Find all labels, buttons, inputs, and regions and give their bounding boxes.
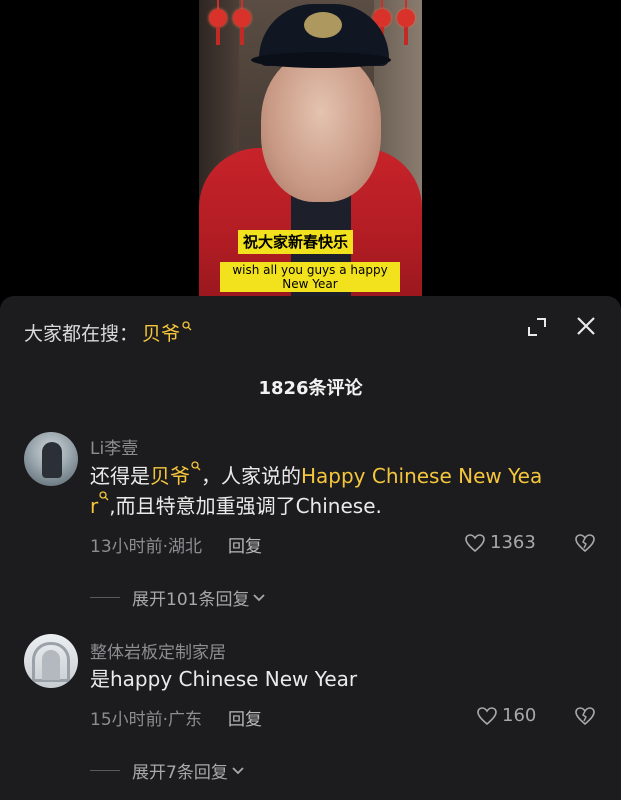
subtitle-english: wish all you guys a happy New Year [220,262,400,292]
reply-button[interactable]: 回复 [228,705,262,730]
heart-icon [477,706,497,725]
search-mini-icon [182,321,192,331]
expand-replies-button[interactable]: 展开101条回复 [90,585,266,610]
lantern-decoration [231,0,253,46]
avatar[interactable] [24,634,78,688]
highlight-link-tail[interactable]: r [90,494,98,518]
reply-button[interactable]: 回复 [228,532,262,557]
like-count: 160 [502,705,537,726]
person-cap-brim [251,52,391,68]
lantern-decoration [207,0,229,46]
highlight-link[interactable]: 贝爷 [150,464,190,488]
app-root: 祝大家新春快乐 wish all you guys a happy New Ye… [0,0,621,800]
lantern-decoration [395,0,417,46]
video-player[interactable]: 祝大家新春快乐 wish all you guys a happy New Ye… [199,0,422,296]
search-mini-icon [99,491,109,501]
chevron-down-icon [232,766,244,774]
expand-replies-label: 展开7条回复 [132,763,228,783]
close-icon[interactable] [574,314,598,338]
search-mini-icon [191,461,201,471]
cap-logo [304,12,342,38]
divider-line [90,770,120,771]
subtitle-chinese: 祝大家新春快乐 [238,230,354,254]
comment-sheet: 大家都在搜： 贝爷 1826条评论 Li李壹 还得是贝爷 ，人家说的Happy C… [0,296,621,800]
comment-username[interactable]: Li李壹 [90,434,138,459]
trending-search[interactable]: 大家都在搜： 贝爷 [24,318,192,346]
highlight-link[interactable]: Happy Chinese New Yea [301,464,542,488]
expand-replies-label: 展开101条回复 [132,590,250,610]
like-button[interactable]: 160 [476,705,536,726]
comment-meta: 15小时前·广东 回复 [90,705,262,730]
like-button[interactable]: 1363 [464,532,536,553]
avatar[interactable] [24,432,78,486]
person-face [261,52,381,202]
comment-text: 还得是贝爷 ，人家说的Happy Chinese New Yea r ,而且特意加重强… [90,461,600,521]
comment-time-location: 13小时前·湖北 [90,537,203,557]
comment-username[interactable]: 整体岩板定制家居 [90,638,226,663]
comment-text: 是happy Chinese New Year [90,667,358,691]
trending-search-prefix: 大家都在搜： [24,322,139,345]
trending-search-term[interactable]: 贝爷 [142,319,180,346]
dislike-icon[interactable] [574,532,596,554]
chevron-down-icon [253,593,266,601]
expand-replies-button[interactable]: 展开7条回复 [90,758,245,783]
like-count: 1363 [490,532,536,553]
minimize-icon[interactable] [526,316,548,338]
heart-icon [465,533,485,552]
comment-time-location: 15小时前·广东 [90,710,203,730]
dislike-icon[interactable] [574,705,596,727]
comment-count-title: 1826条评论 [258,378,363,399]
comment-meta: 13小时前·湖北 回复 [90,532,262,557]
divider-line [90,597,120,598]
